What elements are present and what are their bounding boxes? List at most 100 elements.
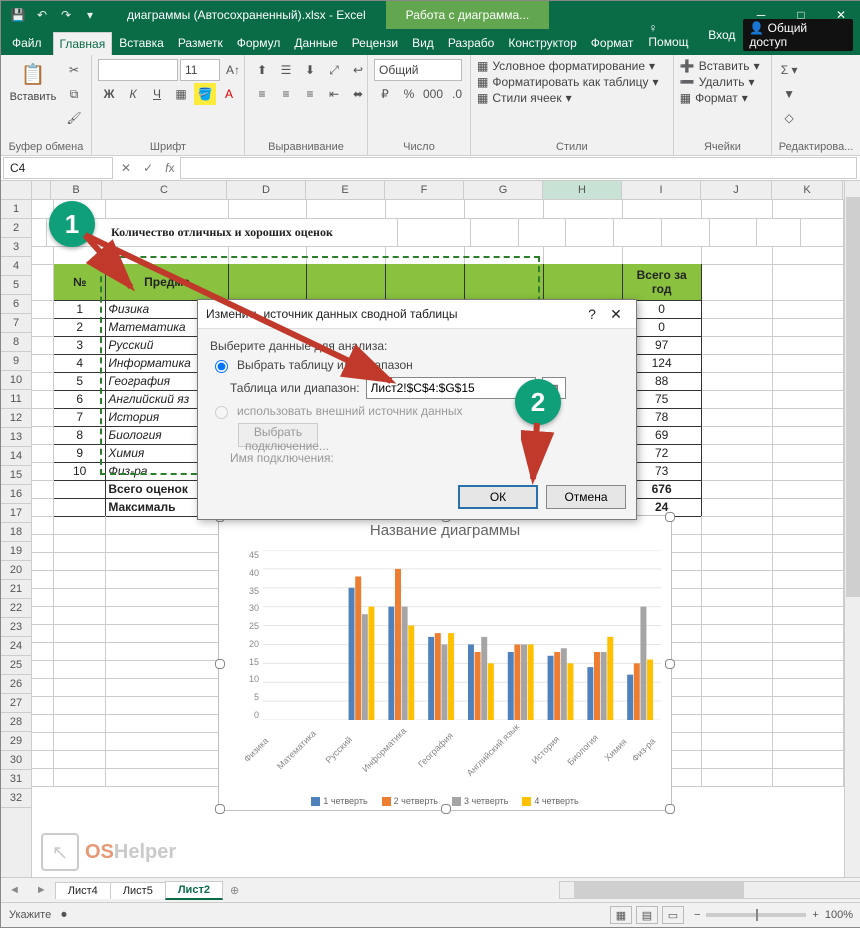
sheet-tab[interactable]: Лист5: [110, 882, 166, 899]
document-title: диаграммы (Автосохраненный).xlsx - Excel: [107, 1, 386, 29]
tab-developer[interactable]: Разрабо: [441, 31, 502, 55]
chart-object[interactable]: Название диаграммы 454035302520151050 Фи…: [218, 515, 672, 811]
sheet-tab[interactable]: Лист4: [55, 882, 111, 899]
row-headers[interactable]: 1234567891011121314151617181920212223242…: [1, 181, 32, 877]
view-layout-icon[interactable]: ▤: [636, 906, 658, 924]
quick-access-toolbar: 💾 ↶ ↷ ▾: [1, 6, 107, 24]
excel-window: 💾 ↶ ↷ ▾ диаграммы (Автосохраненный).xlsx…: [0, 0, 860, 928]
tab-review[interactable]: Рецензи: [345, 31, 405, 55]
radio-external-source: [215, 406, 228, 419]
tab-view[interactable]: Вид: [405, 31, 441, 55]
undo-icon[interactable]: ↶: [33, 6, 51, 24]
save-icon[interactable]: 💾: [9, 6, 27, 24]
range-input[interactable]: [366, 377, 536, 399]
format-painter-icon[interactable]: 🖌: [63, 107, 85, 129]
view-normal-icon[interactable]: ▦: [610, 906, 632, 924]
collapse-dialog-icon[interactable]: ▦: [542, 377, 566, 399]
cell-styles-button[interactable]: ▦Стили ячеек ▾: [477, 91, 659, 105]
align-center-icon[interactable]: ≡: [275, 83, 297, 105]
font-color-icon[interactable]: A: [218, 83, 240, 105]
add-sheet-icon[interactable]: ⊕: [222, 884, 247, 897]
orientation-icon[interactable]: ⤢: [323, 59, 345, 81]
ribbon-tabs: Файл Главная Вставка Разметк Формул Данн…: [1, 29, 860, 55]
bold-icon[interactable]: Ж: [98, 83, 120, 105]
group-number: Общий ₽ % 000 .0 Число: [368, 55, 471, 155]
inc-decimal-icon[interactable]: .0: [446, 83, 468, 105]
column-headers[interactable]: BCDEFGHIJK: [32, 181, 844, 200]
copy-icon[interactable]: ⧉: [63, 83, 85, 105]
dialog-help-icon[interactable]: ?: [580, 306, 604, 322]
wrap-text-icon[interactable]: ↩: [347, 59, 369, 81]
login-link[interactable]: Вход: [708, 28, 735, 42]
format-cells-button[interactable]: ▦Формат ▾: [680, 91, 760, 105]
tab-insert[interactable]: Вставка: [112, 31, 171, 55]
tab-layout[interactable]: Разметк: [171, 31, 230, 55]
enter-formula-icon[interactable]: ✓: [137, 161, 159, 175]
tab-formulas[interactable]: Формул: [230, 31, 288, 55]
border-icon[interactable]: ▦: [170, 83, 192, 105]
horizontal-scrollbar[interactable]: [559, 881, 860, 899]
group-alignment: ⬆ ☰ ⬇ ⤢ ↩ ≡ ≡ ≡ ⇤ ⬌ Выравнивание: [245, 55, 368, 155]
delete-cells-button[interactable]: ➖Удалить ▾: [680, 75, 760, 89]
italic-icon[interactable]: К: [122, 83, 144, 105]
percent-icon[interactable]: %: [398, 83, 420, 105]
tab-design[interactable]: Конструктор: [501, 31, 583, 55]
paste-button[interactable]: 📋 Вставить: [7, 59, 59, 103]
tab-home[interactable]: Главная: [53, 32, 113, 55]
zoom-slider[interactable]: [706, 913, 806, 917]
decrease-indent-icon[interactable]: ⇤: [323, 83, 345, 105]
dialog-close-icon[interactable]: ✕: [604, 306, 628, 323]
zoom-level[interactable]: 100%: [825, 909, 853, 921]
font-name-combo[interactable]: [98, 59, 178, 81]
tab-data[interactable]: Данные: [287, 31, 344, 55]
underline-icon[interactable]: Ч: [146, 83, 168, 105]
sheet-nav-prev-icon[interactable]: ◄: [1, 884, 28, 896]
conditional-formatting-button[interactable]: ▦Условное форматирование ▾: [477, 59, 659, 73]
format-as-table-button[interactable]: ▦Форматировать как таблицу ▾: [477, 75, 659, 89]
formula-input[interactable]: [180, 157, 857, 179]
comma-icon[interactable]: 000: [422, 83, 444, 105]
view-pagebreak-icon[interactable]: ▭: [662, 906, 684, 924]
align-middle-icon[interactable]: ☰: [275, 59, 297, 81]
radio-select-range[interactable]: [215, 360, 228, 373]
grow-font-icon[interactable]: A↑: [222, 59, 244, 81]
tab-file[interactable]: Файл: [1, 31, 53, 55]
align-left-icon[interactable]: ≡: [251, 83, 273, 105]
cut-icon[interactable]: ✂: [63, 59, 85, 81]
cancel-button[interactable]: Отмена: [546, 485, 626, 509]
insert-cells-button[interactable]: ➕Вставить ▾: [680, 59, 760, 73]
sheet-tab[interactable]: Лист2: [165, 881, 223, 900]
help-link[interactable]: ♀ Помощ: [648, 21, 700, 49]
insert-icon: ➕: [680, 59, 695, 73]
fill-icon[interactable]: ▼: [778, 83, 800, 105]
font-size-combo[interactable]: 11: [180, 59, 220, 81]
vertical-scrollbar[interactable]: [844, 181, 860, 877]
share-button[interactable]: 👤 Общий доступ: [743, 19, 853, 51]
zoom-in-icon[interactable]: +: [812, 909, 818, 921]
format-icon: ▦: [680, 91, 691, 105]
context-tab-title: Работа с диаграмма...: [386, 1, 550, 29]
tab-format[interactable]: Формат: [584, 31, 641, 55]
chart-x-labels: ФизикаМатематикаРусскийИнформатикаГеогра…: [263, 724, 661, 780]
macro-record-icon[interactable]: ⏺: [61, 909, 67, 922]
fill-color-icon[interactable]: 🪣: [194, 83, 216, 105]
cell-styles-icon: ▦: [477, 91, 488, 105]
ok-button[interactable]: ОК: [458, 485, 538, 509]
qat-more-icon[interactable]: ▾: [81, 6, 99, 24]
name-box[interactable]: C4: [3, 157, 113, 179]
clear-icon[interactable]: ◇: [778, 107, 800, 129]
autosum-icon[interactable]: Σ ▾: [778, 59, 800, 81]
fx-icon[interactable]: fx: [159, 161, 180, 175]
cancel-formula-icon[interactable]: ✕: [115, 161, 137, 175]
group-cells: ➕Вставить ▾ ➖Удалить ▾ ▦Формат ▾ Ячейки: [674, 55, 772, 155]
align-bottom-icon[interactable]: ⬇: [299, 59, 321, 81]
zoom-out-icon[interactable]: −: [694, 909, 700, 921]
number-format-combo[interactable]: Общий: [374, 59, 462, 81]
sheet-nav-next-icon[interactable]: ►: [28, 884, 55, 896]
align-right-icon[interactable]: ≡: [299, 83, 321, 105]
align-top-icon[interactable]: ⬆: [251, 59, 273, 81]
group-clipboard: 📋 Вставить ✂ ⧉ 🖌 Буфер обмена: [1, 55, 92, 155]
currency-icon[interactable]: ₽: [374, 83, 396, 105]
merge-icon[interactable]: ⬌: [347, 83, 369, 105]
redo-icon[interactable]: ↷: [57, 6, 75, 24]
